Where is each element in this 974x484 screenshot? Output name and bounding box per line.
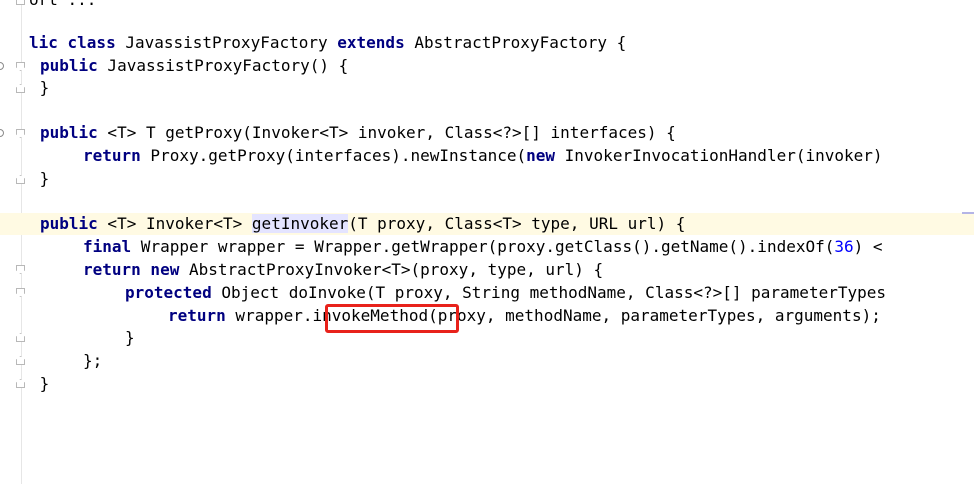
code-text: } (30, 169, 50, 188)
code-text: <T> T getProxy(Invoker<T> invoker, Class… (97, 123, 676, 142)
code-text: JavassistProxyFactory() { (97, 56, 349, 75)
code-line: }; (0, 350, 974, 372)
code-text: Wrapper wrapper = Wrapper.getWrapper(pro… (131, 237, 835, 256)
code-line: } (0, 77, 974, 99)
code-line: return Proxy.getProxy(interfaces).newIns… (0, 145, 974, 167)
code-line: return wrapper.invokeMethod(proxy, metho… (0, 305, 974, 327)
keyword: return new (83, 260, 180, 279)
highlighted-method-identifier[interactable]: getInvoker (251, 214, 349, 233)
code-text: } (125, 328, 135, 347)
code-line: } (0, 327, 974, 349)
code-text: wrapper. (225, 306, 313, 325)
code-area[interactable]: ort ... lic class JavassistProxyFactory … (0, 0, 974, 484)
code-text: Object doInvoke(T proxy, String methodNa… (211, 283, 886, 302)
code-text: Proxy.getProxy(interfaces).newInstance( (140, 146, 527, 165)
keyword: final (83, 237, 132, 256)
code-text: ) < (853, 237, 883, 256)
keyword: extends (337, 33, 405, 52)
scrollbar-marker[interactable] (962, 212, 974, 214)
import-fold-text[interactable]: ort ... (0, 0, 96, 9)
code-text: <T> Invoker<T> (97, 214, 252, 233)
code-text: InvokerInvocationHandler(invoker) (555, 146, 883, 165)
keyword: return (83, 146, 141, 165)
code-line: public JavassistProxyFactory() { (0, 55, 974, 77)
code-line: return new AbstractProxyInvoker<T>(proxy… (0, 259, 974, 281)
code-text: AbstractProxyInvoker<T>(proxy, type, url… (179, 260, 604, 279)
keyword: public (40, 214, 98, 233)
keyword: new (526, 146, 556, 165)
code-text: } (30, 78, 50, 97)
keyword: lic class (29, 33, 116, 52)
keyword: public (40, 56, 98, 75)
number-literal: 36 (834, 237, 854, 256)
code-text: }; (83, 351, 103, 370)
code-text: (proxy, methodName, parameterTypes, argu… (428, 306, 881, 325)
code-line: protected Object doInvoke(T proxy, Strin… (0, 282, 974, 304)
code-text: } (30, 374, 50, 393)
current-code-line: public <T> Invoker<T> getInvoker(T proxy… (0, 213, 974, 235)
code-line: } (0, 373, 974, 395)
keyword: return (168, 306, 226, 325)
code-text: JavassistProxyFactory (115, 33, 338, 52)
code-line: public <T> T getProxy(Invoker<T> invoker… (0, 122, 974, 144)
code-line: final Wrapper wrapper = Wrapper.getWrapp… (0, 236, 974, 258)
keyword: protected (125, 283, 212, 302)
code-editor[interactable]: ort ... lic class JavassistProxyFactory … (0, 0, 974, 484)
code-text: (T proxy, Class<T> type, URL url) { (348, 214, 686, 233)
keyword: public (40, 123, 98, 142)
annotation-highlight-box (325, 304, 459, 333)
code-line: ort ... (0, 0, 974, 11)
code-line: lic class JavassistProxyFactory extends … (0, 32, 974, 54)
code-text: AbstractProxyFactory { (404, 33, 627, 52)
code-line: } (0, 168, 974, 190)
